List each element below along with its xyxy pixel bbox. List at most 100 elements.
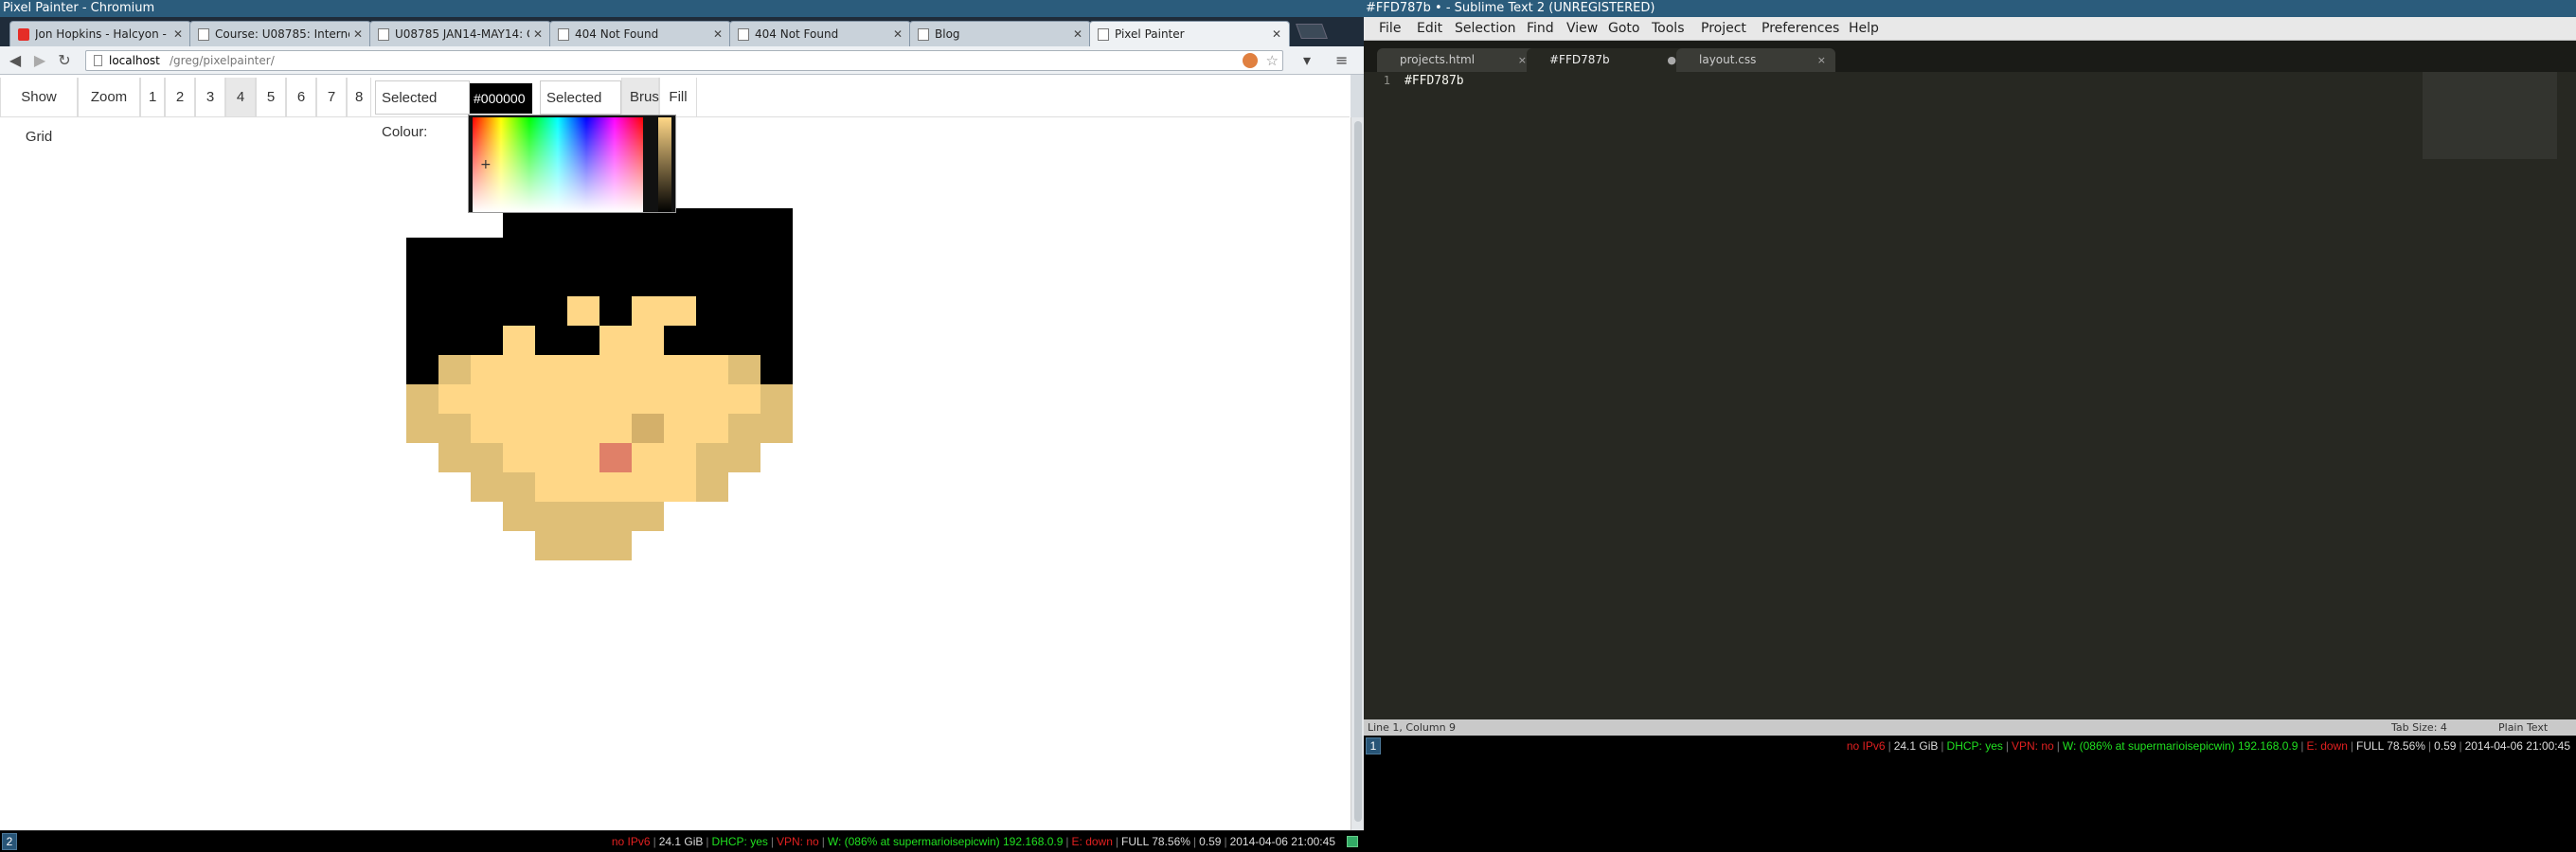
close-icon[interactable]: ✕ (1272, 22, 1281, 46)
colour-input[interactable]: #000000 (470, 83, 532, 114)
brush-button[interactable]: Brush (621, 78, 667, 117)
fill-button[interactable]: Fill (659, 78, 697, 117)
canvas-pixel[interactable] (471, 267, 503, 296)
canvas-pixel[interactable] (632, 355, 664, 384)
canvas-pixel[interactable] (471, 355, 503, 384)
canvas-pixel[interactable] (728, 355, 760, 384)
canvas-pixel[interactable] (696, 296, 728, 326)
canvas-pixel[interactable] (696, 238, 728, 267)
saturation-value-gradient[interactable]: + (473, 117, 643, 212)
close-icon[interactable]: ✕ (893, 22, 903, 46)
canvas-pixel[interactable] (632, 326, 664, 355)
browser-tab[interactable]: Jon Hopkins - Halcyon - Y ✕ (9, 21, 191, 46)
canvas-pixel[interactable] (728, 267, 760, 296)
editor-tab-active[interactable]: #FFD787b ● (1527, 48, 1686, 72)
canvas-pixel[interactable] (438, 355, 471, 384)
canvas-pixel[interactable] (599, 443, 632, 472)
zoom-level-button[interactable]: 6 (286, 78, 316, 117)
browser-tab[interactable]: Course: U08785: Internet ✕ (189, 21, 371, 46)
canvas-pixel[interactable] (728, 238, 760, 267)
canvas-pixel[interactable] (535, 384, 567, 414)
browser-tab[interactable]: 404 Not Found ✕ (549, 21, 731, 46)
canvas-pixel[interactable] (664, 414, 696, 443)
canvas-pixel[interactable] (632, 443, 664, 472)
canvas-pixel[interactable] (664, 384, 696, 414)
hue-slider[interactable] (658, 117, 671, 212)
canvas-pixel[interactable] (535, 414, 567, 443)
canvas-pixel[interactable] (728, 296, 760, 326)
canvas-pixel[interactable] (535, 531, 567, 560)
syntax-indicator[interactable]: Plain Text (2498, 719, 2548, 736)
canvas-pixel[interactable] (535, 355, 567, 384)
canvas-pixel[interactable] (503, 472, 535, 502)
zoom-level-button-selected[interactable]: 4 (225, 78, 256, 117)
canvas-pixel[interactable] (567, 296, 599, 326)
canvas-pixel[interactable] (406, 414, 438, 443)
canvas-pixel[interactable] (406, 355, 438, 384)
canvas-pixel[interactable] (696, 326, 728, 355)
canvas-pixel[interactable] (535, 238, 567, 267)
canvas-pixel[interactable] (696, 384, 728, 414)
star-icon[interactable]: ☆ (1266, 51, 1279, 70)
canvas-pixel[interactable] (503, 384, 535, 414)
canvas-pixel[interactable] (471, 472, 503, 502)
canvas-pixel[interactable] (696, 443, 728, 472)
close-icon[interactable]: ✕ (173, 22, 183, 46)
workspace-button[interactable]: 2 (2, 833, 17, 850)
canvas-pixel[interactable] (567, 384, 599, 414)
zoom-level-button[interactable]: 2 (165, 78, 195, 117)
zoom-level-button[interactable]: 8 (347, 78, 371, 117)
zoom-button[interactable]: Zoom (78, 78, 140, 117)
canvas-pixel[interactable] (503, 267, 535, 296)
zoom-level-button[interactable]: 5 (256, 78, 286, 117)
canvas-pixel[interactable] (599, 355, 632, 384)
new-tab-button[interactable] (1296, 24, 1328, 39)
canvas-pixel[interactable] (503, 326, 535, 355)
menu-icon[interactable]: ≡ (1335, 51, 1348, 69)
menu-tools[interactable]: Tools (1646, 17, 1690, 41)
editor-tab[interactable]: projects.html × (1377, 48, 1536, 72)
canvas-pixel[interactable] (664, 296, 696, 326)
canvas-pixel[interactable] (599, 296, 632, 326)
canvas-pixel[interactable] (664, 326, 696, 355)
canvas-pixel[interactable] (728, 443, 760, 472)
canvas-pixel[interactable] (664, 355, 696, 384)
close-icon[interactable]: × (1518, 48, 1527, 72)
canvas-pixel[interactable] (567, 443, 599, 472)
close-icon[interactable]: ✕ (1073, 22, 1082, 46)
canvas-pixel[interactable] (599, 472, 632, 502)
browser-tab[interactable]: Blog ✕ (909, 21, 1091, 46)
canvas-pixel[interactable] (632, 502, 664, 531)
canvas-pixel[interactable] (728, 208, 760, 238)
canvas-pixel[interactable] (696, 208, 728, 238)
canvas-pixel[interactable] (503, 443, 535, 472)
chevron-down-icon[interactable]: ▾ (1303, 51, 1311, 69)
canvas-pixel[interactable] (406, 326, 438, 355)
canvas-pixel[interactable] (696, 267, 728, 296)
canvas-pixel[interactable] (438, 238, 471, 267)
canvas-pixel[interactable] (664, 238, 696, 267)
canvas-pixel[interactable] (664, 443, 696, 472)
canvas-pixel[interactable] (503, 355, 535, 384)
canvas-pixel[interactable] (696, 414, 728, 443)
canvas-pixel[interactable] (471, 326, 503, 355)
zoom-level-button[interactable]: 7 (316, 78, 347, 117)
canvas-pixel[interactable] (760, 238, 793, 267)
canvas-pixel[interactable] (760, 326, 793, 355)
canvas-pixel[interactable] (503, 296, 535, 326)
canvas-pixel[interactable] (728, 414, 760, 443)
menu-goto[interactable]: Goto (1602, 17, 1645, 41)
menu-help[interactable]: Help (1843, 17, 1885, 41)
page-scrollbar[interactable] (1351, 117, 1364, 830)
canvas-pixel[interactable] (471, 414, 503, 443)
canvas-pixel[interactable] (632, 296, 664, 326)
back-icon[interactable]: ◀ (6, 51, 25, 70)
canvas-pixel[interactable] (760, 267, 793, 296)
canvas-pixel[interactable] (471, 238, 503, 267)
canvas-pixel[interactable] (599, 326, 632, 355)
canvas-pixel[interactable] (535, 267, 567, 296)
close-icon[interactable]: ✕ (713, 22, 723, 46)
canvas-pixel[interactable] (760, 384, 793, 414)
canvas-pixel[interactable] (567, 414, 599, 443)
code-line[interactable]: #FFD787b (1404, 74, 1464, 88)
